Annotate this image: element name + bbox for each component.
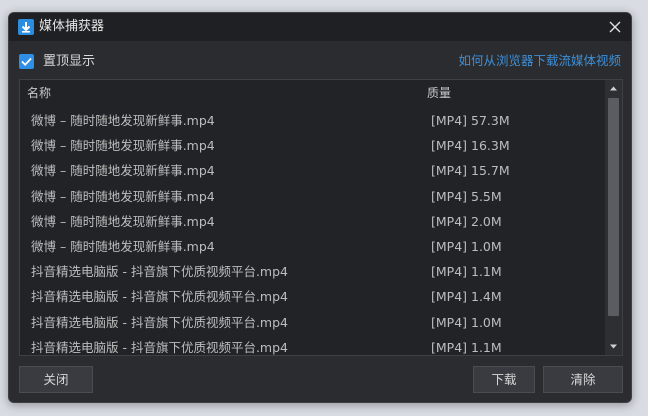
list-item[interactable]: 微博 – 随时随地发现新鲜事.mp4 [MP4] 5.5M	[20, 184, 604, 209]
list-item[interactable]: 抖音精选电脑版 - 抖音旗下优质视频平台.mp4 [MP4] 1.4M	[20, 284, 604, 309]
arrow-down-icon	[610, 344, 617, 349]
pin-on-top-label[interactable]: 置顶显示	[43, 52, 95, 71]
checkmark-icon	[21, 57, 32, 66]
media-catcher-window: 媒体捕获器 置顶显示 如何从浏览器下载流媒体视频 名称 质量 微博 – 随时随地…	[8, 12, 632, 403]
list-item[interactable]: 微博 – 随时随地发现新鲜事.mp4 [MP4] 2.0M	[20, 209, 604, 234]
title-bar[interactable]: 媒体捕获器	[9, 13, 631, 41]
close-button[interactable]: 关闭	[19, 366, 93, 393]
download-button[interactable]: 下载	[473, 366, 535, 393]
item-quality: [MP4] 1.0M	[431, 238, 502, 254]
list-header: 名称 质量	[20, 80, 604, 106]
list-rows: 微博 – 随时随地发现新鲜事.mp4 [MP4] 57.3M 微博 – 随时随地…	[20, 108, 604, 355]
close-icon	[609, 21, 621, 33]
column-header-name[interactable]: 名称	[27, 85, 51, 101]
item-name: 微博 – 随时随地发现新鲜事.mp4	[31, 163, 215, 179]
scroll-down-button[interactable]	[605, 338, 622, 355]
scrollbar-thumb[interactable]	[608, 98, 619, 316]
item-quality: [MP4] 2.0M	[431, 213, 502, 229]
item-name: 抖音精选电脑版 - 抖音旗下优质视频平台.mp4	[31, 314, 288, 330]
arrow-up-icon	[610, 86, 617, 91]
vertical-scrollbar[interactable]	[605, 80, 622, 355]
media-list[interactable]: 名称 质量 微博 – 随时随地发现新鲜事.mp4 [MP4] 57.3M 微博 …	[19, 79, 623, 356]
list-item[interactable]: 抖音精选电脑版 - 抖音旗下优质视频平台.mp4 [MP4] 1.1M	[20, 259, 604, 284]
item-quality: [MP4] 15.7M	[431, 163, 510, 179]
list-item[interactable]: 微博 – 随时随地发现新鲜事.mp4 [MP4] 15.7M	[20, 158, 604, 183]
item-name: 微博 – 随时随地发现新鲜事.mp4	[31, 213, 215, 229]
item-quality: [MP4] 5.5M	[431, 188, 502, 204]
scroll-up-button[interactable]	[605, 80, 622, 97]
clear-button[interactable]: 清除	[543, 366, 623, 393]
item-quality: [MP4] 16.3M	[431, 138, 510, 154]
download-arrow-icon	[18, 19, 34, 35]
item-name: 微博 – 随时随地发现新鲜事.mp4	[31, 138, 215, 154]
list-item[interactable]: 微博 – 随时随地发现新鲜事.mp4 [MP4] 1.0M	[20, 234, 604, 259]
item-quality: [MP4] 1.1M	[431, 339, 502, 355]
list-item[interactable]: 抖音精选电脑版 - 抖音旗下优质视频平台.mp4 [MP4] 1.0M	[20, 310, 604, 335]
close-window-button[interactable]	[605, 17, 625, 37]
item-quality: [MP4] 57.3M	[431, 113, 510, 128]
pin-on-top-checkbox[interactable]	[19, 54, 34, 69]
item-quality: [MP4] 1.1M	[431, 264, 502, 280]
column-header-quality[interactable]: 质量	[427, 85, 451, 101]
help-link[interactable]: 如何从浏览器下载流媒体视频	[458, 51, 621, 70]
item-name: 微博 – 随时随地发现新鲜事.mp4	[31, 238, 215, 254]
item-name: 抖音精选电脑版 - 抖音旗下优质视频平台.mp4	[31, 289, 288, 305]
window-title: 媒体捕获器	[39, 19, 105, 34]
list-item[interactable]: 抖音精选电脑版 - 抖音旗下优质视频平台.mp4 [MP4] 1.1M	[20, 335, 604, 355]
list-item[interactable]: 微博 – 随时随地发现新鲜事.mp4 [MP4] 16.3M	[20, 133, 604, 158]
item-quality: [MP4] 1.4M	[431, 289, 502, 305]
item-name: 抖音精选电脑版 - 抖音旗下优质视频平台.mp4	[31, 264, 288, 280]
item-name: 微博 – 随时随地发现新鲜事.mp4	[31, 188, 215, 204]
list-item[interactable]: 微博 – 随时随地发现新鲜事.mp4 [MP4] 57.3M	[20, 108, 604, 133]
item-quality: [MP4] 1.0M	[431, 314, 502, 330]
item-name: 微博 – 随时随地发现新鲜事.mp4	[31, 113, 215, 128]
item-name: 抖音精选电脑版 - 抖音旗下优质视频平台.mp4	[31, 339, 288, 355]
